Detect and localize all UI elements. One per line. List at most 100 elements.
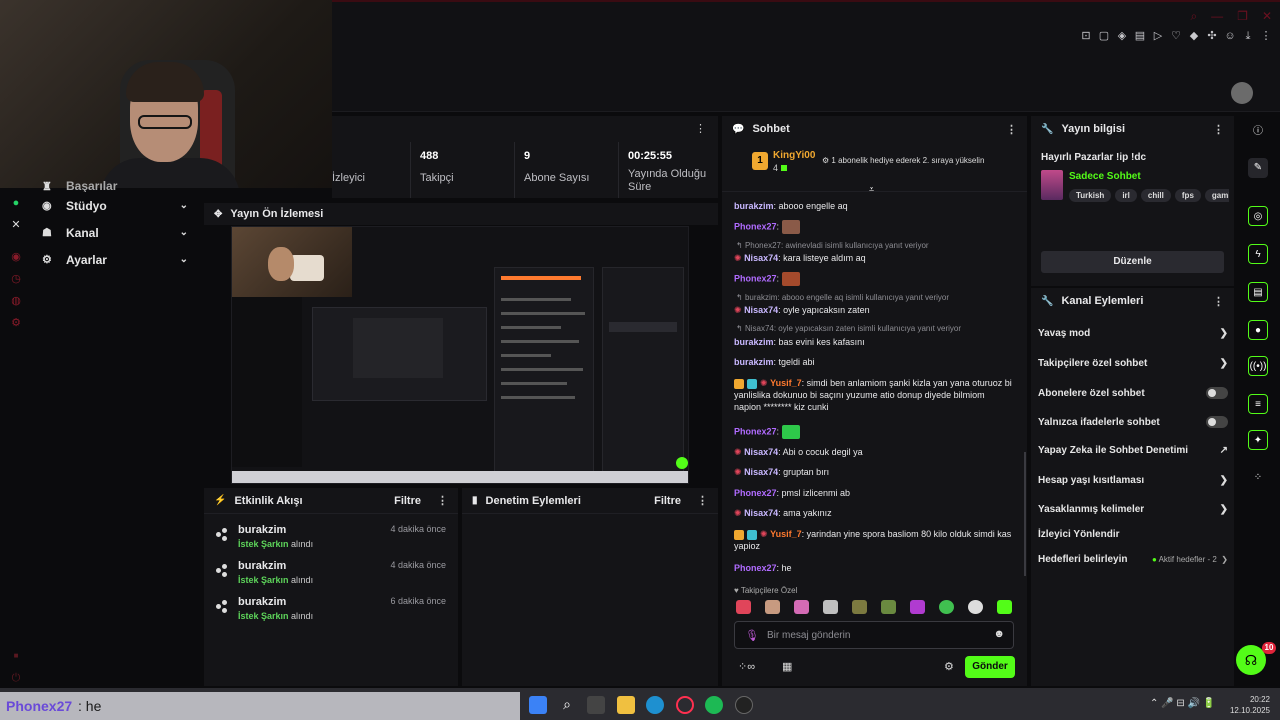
chat-username[interactable]: Phonex27 xyxy=(734,426,777,436)
history-icon[interactable]: ◷ xyxy=(8,271,24,287)
document-icon[interactable]: ▤ xyxy=(1248,282,1268,302)
wrench-icon[interactable]: ✦ xyxy=(1248,430,1268,450)
pencil-icon[interactable]: ✎ xyxy=(1248,158,1268,178)
task-view-icon[interactable] xyxy=(587,696,605,714)
target-icon[interactable]: ◎ xyxy=(1248,206,1268,226)
emote-icon[interactable] xyxy=(910,600,925,614)
emote-icon[interactable] xyxy=(939,600,954,614)
windows-start-icon[interactable] xyxy=(529,696,547,714)
kebab-menu-icon[interactable]: ⋮ xyxy=(697,494,708,507)
emoji-icon[interactable]: ☻ xyxy=(993,628,1005,640)
activity-user[interactable]: burakzim xyxy=(238,524,313,536)
tray-icons[interactable]: ⌃ 🎤 ⊟ 🔊 🔋 xyxy=(1150,698,1215,709)
chat-username[interactable]: Nisax74 xyxy=(744,447,778,457)
kebab-menu-icon[interactable]: ⋮ xyxy=(1213,295,1224,308)
edit-button[interactable]: Düzenle xyxy=(1041,251,1224,273)
microphone-icon[interactable]: 🎙 xyxy=(745,629,759,642)
search-icon[interactable]: ⌕ xyxy=(558,696,576,714)
heart-icon[interactable]: ♡ xyxy=(1170,30,1182,42)
action-goals[interactable]: Hedefleri belirleyin ● Aktif hedefler - 2… xyxy=(1038,554,1228,565)
scroll-down-icon[interactable]: ⩡ xyxy=(869,184,874,195)
emote-icon[interactable] xyxy=(881,600,896,614)
moderation-filter-button[interactable]: Filtre xyxy=(654,495,681,507)
bolt-icon[interactable]: ϟ xyxy=(1248,244,1268,264)
whatsapp-icon[interactable]: ● xyxy=(8,195,24,211)
chat-input[interactable]: 🎙 Bir mesaj gönderin ☻ xyxy=(734,621,1014,649)
play-icon[interactable]: ▷ xyxy=(1152,30,1164,42)
action-account-age[interactable]: Hesap yaşı kısıtlaması ❯ xyxy=(1038,475,1228,486)
chat-username[interactable]: Phonex27 xyxy=(734,488,777,498)
close-icon[interactable]: ✕ xyxy=(1262,9,1272,24)
diamond-icon[interactable]: ◆ xyxy=(1188,30,1200,42)
emote-icon[interactable] xyxy=(765,600,780,614)
settings-icon[interactable]: ⚙ xyxy=(8,315,24,331)
maximize-icon[interactable]: ❐ xyxy=(1237,9,1248,24)
chat-username[interactable]: Nisax74 xyxy=(744,467,778,477)
action-banned-words[interactable]: Yasaklanmış kelimeler ❯ xyxy=(1038,504,1228,515)
emote-icon[interactable] xyxy=(997,600,1012,614)
taskbar-clock[interactable]: 20:22 12.10.2025 xyxy=(1228,694,1270,716)
pinned-gift-leaderboard[interactable]: 1 KingYi00 4 ⚙ 1 abonelik hediye ederek … xyxy=(722,142,1027,192)
discord-icon[interactable]: ◍ xyxy=(8,293,24,309)
broadcast-icon[interactable]: ((•)) xyxy=(1248,356,1268,376)
pin-icon[interactable]: ⊡ xyxy=(1080,30,1092,42)
chat-username[interactable]: Nisax74 xyxy=(744,305,778,315)
emote-only-toggle[interactable] xyxy=(1206,416,1228,428)
subscribers-only-toggle[interactable] xyxy=(1206,387,1228,399)
activity-user[interactable]: burakzim xyxy=(238,560,313,572)
info-icon[interactable]: ⓘ xyxy=(1248,122,1268,142)
send-button[interactable]: Gönder xyxy=(965,656,1015,678)
x-icon[interactable]: ✕ xyxy=(8,217,24,233)
sidebar-item-settings[interactable]: ⚙ Ayarlar ⌄ xyxy=(32,246,200,273)
obs-icon[interactable] xyxy=(735,696,753,714)
kebab-menu-icon[interactable]: ⋮ xyxy=(1006,123,1017,136)
download-icon[interactable]: ⤓ xyxy=(1242,30,1254,42)
chat-username[interactable]: burakzim xyxy=(734,357,774,367)
spotify-icon[interactable] xyxy=(705,696,723,714)
file-explorer-icon[interactable] xyxy=(617,696,635,714)
minimize-icon[interactable]: — xyxy=(1211,9,1223,24)
sidebar-item-channel[interactable]: ☗ Kanal ⌄ xyxy=(32,219,200,246)
crop-icon[interactable]: ▢ xyxy=(1098,30,1110,42)
action-slow-mode[interactable]: Yavaş mod ❯ xyxy=(1038,328,1228,339)
emote-icon[interactable] xyxy=(968,600,983,614)
sidebar-item-partial[interactable]: ♜ Başarılar xyxy=(32,180,200,192)
avatar[interactable] xyxy=(1231,82,1253,104)
edge-icon[interactable] xyxy=(646,696,664,714)
record-icon[interactable]: ◉ xyxy=(8,249,24,265)
kebab-menu-icon[interactable]: ⋮ xyxy=(695,122,706,135)
chat-username[interactable]: Nisax74 xyxy=(744,508,778,518)
puzzle-icon[interactable]: ✣ xyxy=(1206,30,1218,42)
chat-username[interactable]: Yusif_7 xyxy=(770,529,802,539)
stream-category[interactable]: Sadece Sohbet xyxy=(1069,171,1141,182)
opera-icon[interactable] xyxy=(676,696,694,714)
chat-username[interactable]: Yusif_7 xyxy=(770,378,802,388)
kebab-menu-icon[interactable]: ⋮ xyxy=(437,494,448,507)
activity-filter-button[interactable]: Filtre xyxy=(394,495,421,507)
chat-icon[interactable]: ● xyxy=(1248,320,1268,340)
chat-username[interactable]: burakzim xyxy=(734,201,774,211)
server-icon[interactable]: ≡ xyxy=(1248,394,1268,414)
kebab-menu-icon[interactable]: ⋮ xyxy=(1213,123,1224,136)
chat-scrollbar[interactable] xyxy=(1024,452,1026,576)
chat-username[interactable]: Phonex27 xyxy=(734,221,777,231)
action-emote-only[interactable]: Yalnızca ifadelerle sohbet xyxy=(1038,416,1228,428)
inbox-icon[interactable]: ▤ xyxy=(1134,30,1146,42)
emote-icon[interactable] xyxy=(736,600,751,614)
emote-icon[interactable] xyxy=(852,600,867,614)
stream-preview[interactable] xyxy=(231,226,689,484)
chat-username[interactable]: burakzim xyxy=(734,337,774,347)
kick-logo-icon[interactable]: ⁘ xyxy=(1248,468,1268,488)
sidebar-item-studio[interactable]: ◉ Stüdyo ⌄ xyxy=(32,192,200,219)
misc-icon[interactable]: ■ xyxy=(8,648,24,664)
store-icon[interactable]: ▦ xyxy=(782,660,792,673)
action-ai-moderation[interactable]: Yapay Zeka ile Sohbet Denetimi ↗ xyxy=(1038,445,1228,456)
gear-icon[interactable]: ⚙ xyxy=(944,660,954,673)
profile-icon[interactable]: ☺ xyxy=(1224,30,1236,42)
action-subscribers-only[interactable]: Abonelere özel sohbet xyxy=(1038,387,1228,399)
activity-user[interactable]: burakzim xyxy=(238,596,313,608)
emote-icon[interactable] xyxy=(794,600,809,614)
kick-logo-icon[interactable]: ⁘∞ xyxy=(738,660,755,673)
power-icon[interactable]: ⏻ xyxy=(8,670,24,686)
action-followers-only[interactable]: Takipçilere özel sohbet ❯ xyxy=(1038,358,1228,369)
